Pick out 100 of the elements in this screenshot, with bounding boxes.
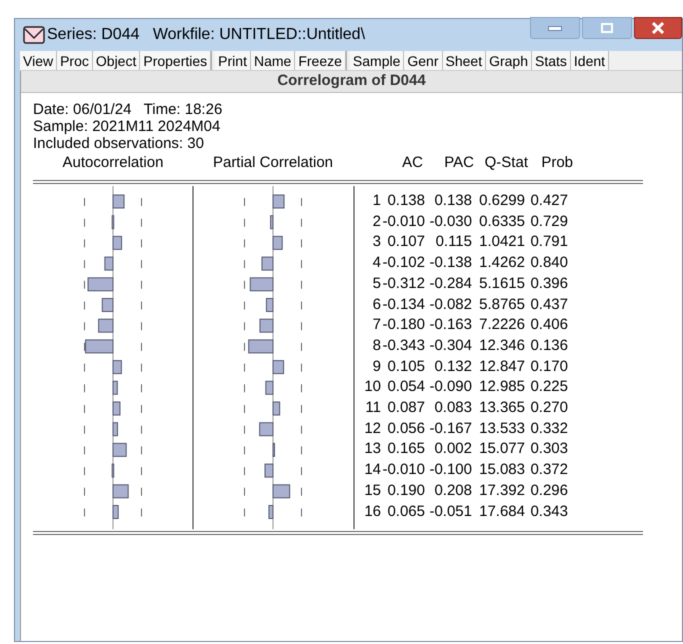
autocorrelation-bar bbox=[112, 194, 125, 208]
column-header: Prob bbox=[541, 153, 573, 173]
table-cell: 0.791 bbox=[530, 233, 568, 252]
table-cell: 1.0421 bbox=[479, 233, 525, 252]
table-cell: 5 bbox=[372, 274, 381, 293]
table-cell: 0.225 bbox=[530, 378, 568, 396]
table-cell: 0.396 bbox=[530, 274, 568, 293]
partial-correlation-bar bbox=[272, 360, 284, 374]
table-cell: 10 bbox=[364, 378, 381, 396]
table-cell: -0.167 bbox=[429, 420, 472, 438]
table-cell: 14 bbox=[364, 461, 381, 480]
table-cell: -0.134 bbox=[382, 296, 425, 314]
toolbar-button[interactable]: Properties bbox=[140, 51, 212, 70]
partial-correlation-bar bbox=[261, 256, 274, 271]
close-button[interactable] bbox=[634, 17, 682, 39]
table-cell: -0.100 bbox=[429, 461, 472, 480]
table-cell: 5.8765 bbox=[479, 296, 525, 314]
toolbar-button[interactable]: Genr bbox=[404, 51, 442, 70]
table-cell: 0.6299 bbox=[479, 192, 525, 210]
table-cell: 0.406 bbox=[530, 316, 568, 334]
column-header: Partial Correlation bbox=[212, 153, 334, 173]
partial-correlation-bar bbox=[264, 464, 274, 478]
partial-correlation-bar bbox=[248, 339, 274, 354]
table-cell: 11 bbox=[365, 399, 381, 417]
autocorrelation-bar bbox=[85, 339, 114, 354]
table-cell: -0.090 bbox=[429, 378, 472, 396]
minimize-button[interactable] bbox=[530, 17, 580, 39]
autocorrelation-bar bbox=[102, 298, 114, 312]
autocorrelation-bar bbox=[112, 380, 118, 395]
partial-correlation-bar bbox=[272, 402, 280, 416]
table-cell: 0.138 bbox=[434, 192, 472, 210]
table-cell: 2 bbox=[372, 212, 381, 231]
table-cell: 0.087 bbox=[387, 399, 425, 417]
table-cell: -0.082 bbox=[429, 296, 472, 314]
autocorrelation-bar bbox=[112, 402, 120, 416]
table-cell: -0.284 bbox=[429, 274, 472, 293]
toolbar-button[interactable]: Freeze bbox=[295, 51, 346, 70]
table-cell: 0.138 bbox=[387, 192, 425, 210]
toolbar-button[interactable]: Object bbox=[92, 51, 140, 70]
column-header: AC bbox=[402, 153, 423, 173]
toolbar-button[interactable]: Proc bbox=[57, 51, 93, 70]
info-line: Date: 06/01/24 Time: 18:26 bbox=[33, 101, 222, 118]
table-cell: 4 bbox=[372, 254, 381, 272]
autocorrelation-bar bbox=[104, 256, 114, 271]
table-cell: -0.304 bbox=[429, 336, 472, 355]
partial-correlation-bar bbox=[272, 484, 290, 498]
autocorrelation-bar bbox=[88, 277, 114, 292]
table-cell: 0.107 bbox=[387, 233, 425, 252]
autocorrelation-bar bbox=[112, 422, 118, 436]
table-cell: -0.180 bbox=[382, 316, 425, 334]
table-cell: 12 bbox=[364, 420, 381, 438]
autocorrelation-bar bbox=[112, 484, 129, 498]
partial-correlation-bar bbox=[272, 442, 275, 457]
table-cell: 0.065 bbox=[387, 502, 425, 520]
table-cell: 1.4262 bbox=[479, 254, 525, 272]
table-cell: -0.051 bbox=[429, 502, 472, 520]
column-header: Autocorrelation bbox=[62, 153, 164, 173]
table-cell: 6 bbox=[372, 296, 381, 314]
toolbar-button[interactable]: Stats bbox=[532, 51, 571, 70]
toolbar-button[interactable]: Name bbox=[250, 51, 296, 70]
toolbar-button[interactable]: Sheet bbox=[442, 51, 486, 70]
partial-correlation-bar bbox=[259, 318, 274, 333]
table-cell: 1 bbox=[372, 192, 381, 210]
table-cell: 0.303 bbox=[530, 440, 568, 458]
table-cell: 12.346 bbox=[479, 336, 525, 355]
table-cell: 15 bbox=[364, 482, 381, 500]
partial-correlation-bar bbox=[272, 194, 285, 208]
table-cell: 0.054 bbox=[387, 378, 425, 396]
table-cell: 0.840 bbox=[530, 254, 568, 272]
toolbar-button[interactable]: Sample bbox=[350, 51, 404, 70]
table-cell: 13.365 bbox=[479, 399, 525, 417]
table-cell: 0.270 bbox=[530, 399, 568, 417]
table-cell: 17.392 bbox=[479, 482, 525, 500]
table-cell: -0.010 bbox=[382, 461, 425, 480]
column-header: Q-Stat bbox=[484, 153, 528, 173]
table-cell: 17.684 bbox=[479, 502, 525, 520]
info-line: Sample: 2021M11 2024M04 bbox=[33, 118, 220, 135]
table-cell: 3 bbox=[372, 233, 381, 252]
table-cell: 0.437 bbox=[530, 296, 568, 314]
toolbar-button[interactable]: Graph bbox=[486, 51, 532, 70]
table-cell: 0.083 bbox=[434, 399, 472, 417]
info-line: Included observations: 30 bbox=[33, 135, 204, 152]
table-cell: 15.083 bbox=[479, 461, 525, 480]
table-cell: -0.138 bbox=[429, 254, 472, 272]
toolbar-button[interactable]: View bbox=[20, 51, 58, 70]
table-cell: 0.729 bbox=[530, 212, 568, 231]
table-cell: -0.163 bbox=[429, 316, 472, 334]
table-cell: 15.077 bbox=[479, 440, 525, 458]
table-cell: 0.6335 bbox=[479, 212, 525, 231]
toolbar-button[interactable]: Ident bbox=[570, 51, 610, 70]
table-cell: -0.010 bbox=[382, 212, 425, 231]
autocorrelation-bar bbox=[112, 360, 122, 374]
table-cell: 0.002 bbox=[434, 440, 472, 458]
partial-correlation-bar bbox=[259, 422, 274, 436]
table-cell: 0.132 bbox=[434, 358, 472, 376]
partial-correlation-bar bbox=[250, 277, 274, 292]
table-cell: 7 bbox=[372, 316, 381, 334]
toolbar-button[interactable]: Print bbox=[215, 51, 251, 70]
autocorrelation-bar bbox=[112, 505, 119, 519]
table-cell: -0.030 bbox=[429, 212, 472, 231]
